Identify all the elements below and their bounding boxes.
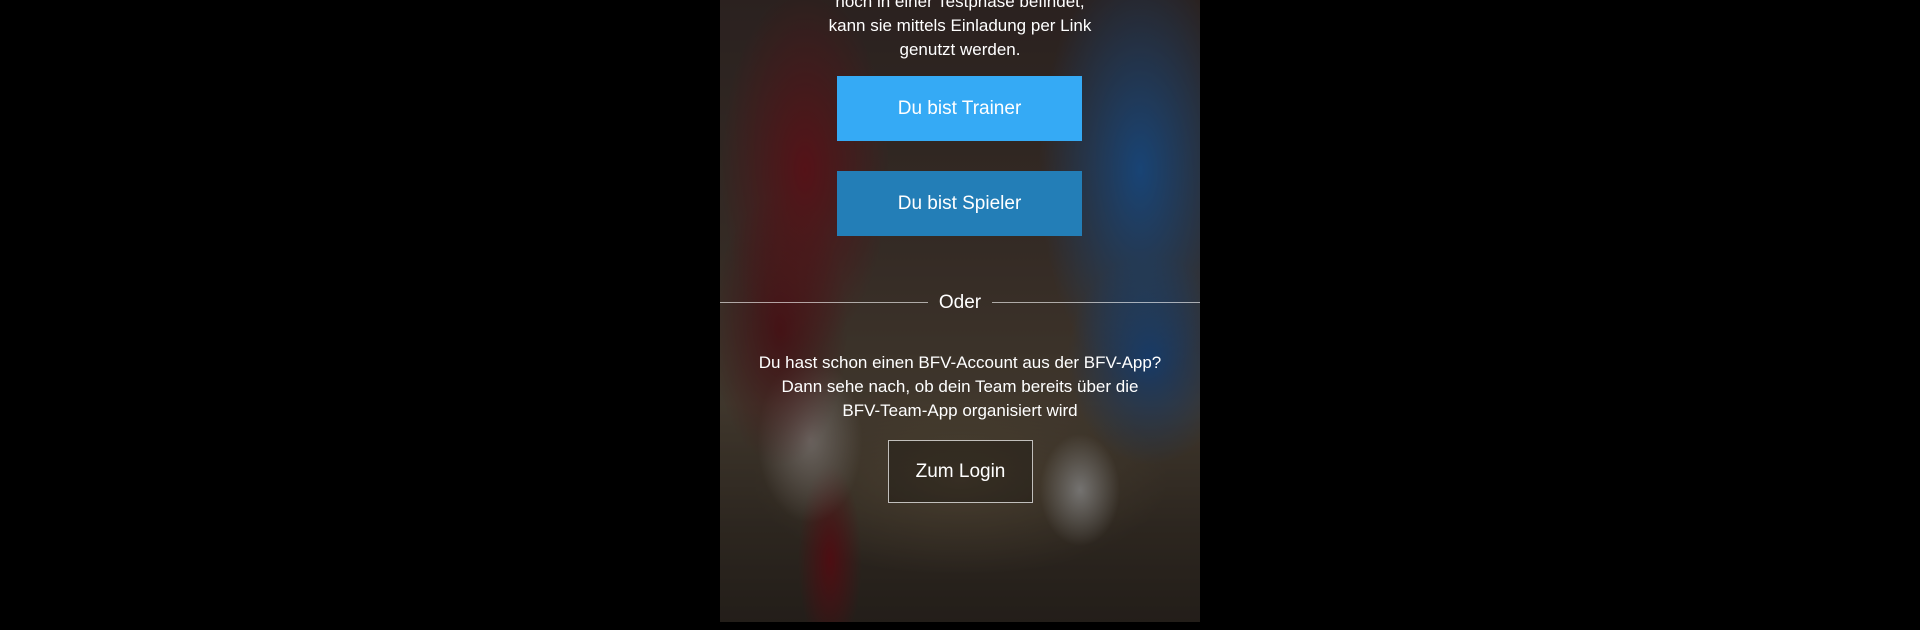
login-button[interactable]: Zum Login [888,440,1033,503]
intro-line-3: genutzt werden. [899,40,1021,59]
account-hint-text: Du hast schon einen BFV-Account aus der … [720,351,1200,423]
onboarding-content: noch in einer Testphase befindet, kann s… [720,0,1200,622]
spieler-button[interactable]: Du bist Spieler [837,171,1082,236]
trainer-button[interactable]: Du bist Trainer [837,76,1082,141]
account-line-2: Dann sehe nach, ob dein Team bereits übe… [781,377,1139,396]
divider-line-left [720,302,928,303]
divider-label: Oder [938,292,982,313]
intro-line-1: noch in einer Testphase befindet, [835,0,1085,11]
account-line-3: BFV-Team-App organisiert wird [842,401,1078,420]
account-line-1: Du hast schon einen BFV-Account aus der … [758,353,1162,372]
app-viewport: noch in einer Testphase befindet, kann s… [720,0,1200,622]
screen: noch in einer Testphase befindet, kann s… [0,0,1920,630]
divider-line-right [992,302,1200,303]
intro-text: noch in einer Testphase befindet, kann s… [720,0,1200,62]
intro-line-2: kann sie mittels Einladung per Link [828,16,1092,35]
